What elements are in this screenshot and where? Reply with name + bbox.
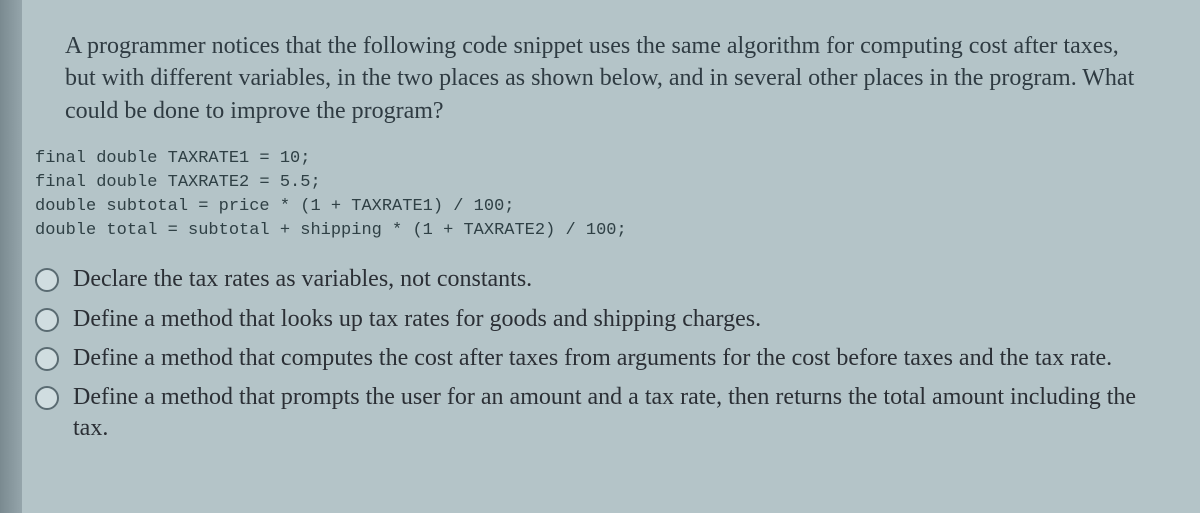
option-text: Define a method that prompts the user fo… [73,382,1150,444]
option-row: Define a method that looks up tax rates … [35,304,1150,335]
answer-options: Declare the tax rates as variables, not … [35,264,1150,444]
option-text: Define a method that computes the cost a… [73,343,1112,374]
question-prompt: A programmer notices that the following … [65,30,1150,127]
radio-button-option-3[interactable] [35,347,59,371]
code-snippet: final double TAXRATE1 = 10; final double… [35,147,1150,242]
option-row: Define a method that prompts the user fo… [35,382,1150,444]
option-row: Define a method that computes the cost a… [35,343,1150,374]
radio-button-option-1[interactable] [35,268,59,292]
radio-button-option-4[interactable] [35,386,59,410]
radio-button-option-2[interactable] [35,308,59,332]
option-text: Define a method that looks up tax rates … [73,304,761,335]
option-row: Declare the tax rates as variables, not … [35,264,1150,295]
option-text: Declare the tax rates as variables, not … [73,264,532,295]
